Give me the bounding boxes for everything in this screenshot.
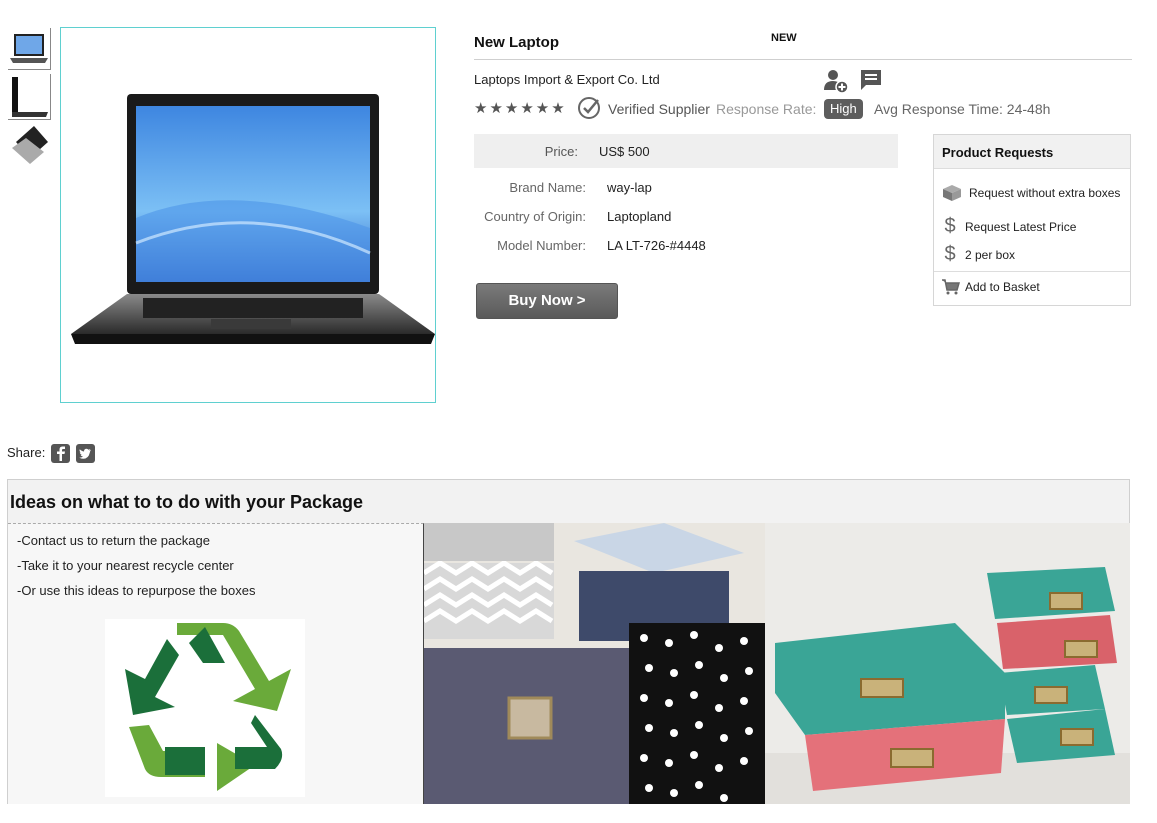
decorated-boxes-image [424, 523, 765, 804]
request-latest-price[interactable]: $ Request Latest Price [942, 215, 1076, 238]
supplier-name[interactable]: Laptops Import & Export Co. Ltd [474, 72, 660, 87]
share-label: Share: [7, 445, 46, 460]
verified-supplier-label: Verified Supplier [608, 101, 710, 117]
request-no-boxes-label: Request without extra boxes [969, 186, 1121, 200]
response-rate-badge: High [824, 99, 863, 119]
basket-icon [942, 279, 960, 295]
price-row: Price: US$ 500 [474, 134, 898, 168]
facebook-icon[interactable] [51, 444, 70, 463]
country-of-origin-label: Country of Origin: [484, 209, 586, 224]
per-box-label: 2 per box [965, 247, 1016, 262]
price-value: US$ 500 [599, 144, 650, 159]
laptop-side-icon [12, 77, 48, 117]
thumbnail-laptop-angle[interactable] [8, 124, 51, 168]
ideas-title: Ideas on what to to do with your Package [10, 492, 364, 512]
idea-line: -Take it to your nearest recycle center [17, 558, 234, 573]
request-no-boxes[interactable]: Request without extra boxes [942, 184, 1120, 202]
add-contact-icon[interactable] [823, 68, 849, 94]
product-main-image[interactable] [60, 27, 436, 403]
rating-stars: ★★★★★★ [474, 100, 567, 117]
divider [934, 271, 1130, 272]
add-to-basket-button[interactable]: Add to Basket [942, 279, 1040, 295]
thumbnail-laptop-side[interactable] [8, 74, 51, 120]
idea-line: -Or use this ideas to repurpose the boxe… [17, 583, 256, 598]
recycle-icon [105, 619, 305, 797]
country-of-origin-value: Laptopland [607, 209, 672, 224]
add-to-basket-label: Add to Basket [965, 280, 1040, 294]
new-badge: NEW [771, 32, 797, 44]
product-title: New Laptop [474, 34, 559, 51]
twitter-icon[interactable] [76, 444, 95, 463]
laptop-angle-icon [12, 126, 48, 164]
dollar-icon: $ [944, 243, 956, 265]
dollar-icon: $ [944, 215, 956, 237]
divider [474, 59, 1132, 60]
thumbnail-laptop-front[interactable] [8, 28, 51, 70]
product-requests-panel: Product Requests Request without extra b… [933, 134, 1131, 306]
avg-response-time: Avg Response Time: 24-48h [874, 101, 1051, 117]
brand-name-value: way-lap [607, 180, 652, 195]
chat-icon[interactable] [859, 68, 883, 92]
ideas-text-panel: -Contact us to return the package -Take … [8, 523, 424, 804]
product-requests-title: Product Requests [934, 135, 1130, 169]
ideas-section: Ideas on what to to do with your Package… [7, 479, 1130, 804]
laptop-front-icon [10, 34, 48, 63]
request-latest-price-label: Request Latest Price [965, 219, 1077, 234]
brand-name-label: Brand Name: [509, 180, 586, 195]
model-number-value: LA LT-726-#4448 [607, 238, 706, 253]
price-label: Price: [544, 144, 578, 159]
drawer-boxes-image [765, 523, 1130, 804]
laptop-image [71, 94, 435, 344]
idea-line: -Contact us to return the package [17, 533, 210, 548]
model-number-label: Model Number: [497, 238, 586, 253]
buy-now-button[interactable]: Buy Now > [476, 283, 618, 319]
box-icon [943, 185, 961, 201]
response-rate-label: Response Rate: [716, 101, 817, 117]
verified-check-icon [577, 96, 601, 120]
per-box-price: $ 2 per box [942, 243, 1015, 266]
